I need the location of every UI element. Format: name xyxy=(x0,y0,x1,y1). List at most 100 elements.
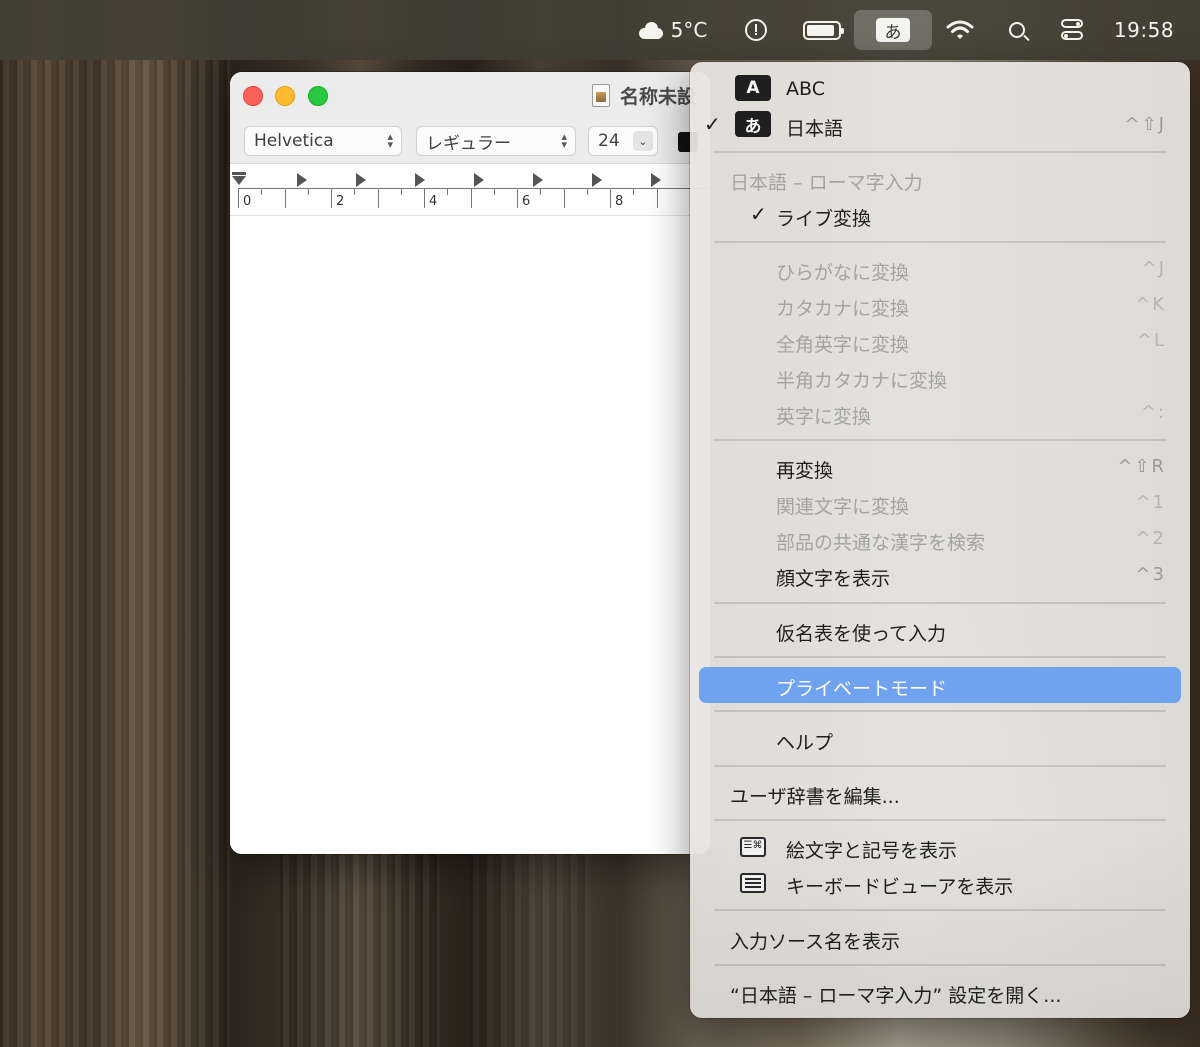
zoom-button[interactable] xyxy=(308,86,328,106)
menu-item-search-kanji-parts[interactable]: 部品の共通な漢字を検索 ^2 xyxy=(690,521,1190,557)
menu-item-label: ヘルプ xyxy=(776,732,834,754)
menu-item-convert-katakana[interactable]: カタカナに変換 ^K xyxy=(690,287,1190,323)
close-button[interactable] xyxy=(243,86,263,106)
ruler-tick xyxy=(493,188,495,195)
time-machine-status[interactable] xyxy=(738,0,774,60)
menu-bar: 5°C あ 19:58 xyxy=(0,0,1200,60)
control-center-button[interactable] xyxy=(1054,0,1090,60)
ruler-tick xyxy=(284,188,286,208)
menu-item-convert-alphabet[interactable]: 英字に変換 ^: xyxy=(690,395,1190,431)
menu-item-private-mode[interactable]: プライベートモード xyxy=(690,667,1190,703)
ruler[interactable]: 0 2 4 6 8 xyxy=(230,164,710,216)
menu-item-label: キーボードビューアを表示 xyxy=(786,876,1014,898)
ruler-tick xyxy=(633,188,635,195)
menu-shortcut: ^2 xyxy=(1135,528,1166,549)
menu-item-label: 再変換 xyxy=(776,460,834,482)
ruler-tick xyxy=(424,188,425,208)
ruler-tick xyxy=(656,188,658,208)
menu-item-label: ひらがなに変換 xyxy=(776,262,910,284)
search-icon xyxy=(1009,22,1025,38)
menu-item-label: 英字に変換 xyxy=(776,406,872,428)
first-line-indent-marker[interactable] xyxy=(232,172,246,175)
menu-item-help[interactable]: ヘルプ xyxy=(690,721,1190,757)
menu-item-open-settings[interactable]: “日本語 – ローマ字入力” 設定を開く... xyxy=(690,974,1190,1010)
ruler-tick xyxy=(470,188,472,208)
ruler-tick xyxy=(261,188,263,195)
menubar-clock[interactable]: 19:58 xyxy=(1106,0,1182,60)
menu-shortcut: ^1 xyxy=(1135,492,1166,513)
menu-item-convert-halfwidth-katakana[interactable]: 半角カタカナに変換 xyxy=(690,359,1190,395)
minimize-button[interactable] xyxy=(275,86,295,106)
menu-item-label: カタカナに変換 xyxy=(776,298,910,320)
menu-separator xyxy=(714,765,1166,767)
format-toolbar: Helvetica ▴ ▾ レギュラー ▴ ▾ 24 ⌄ xyxy=(230,122,710,164)
left-indent-marker[interactable] xyxy=(232,176,246,185)
weather-status[interactable]: 5°C xyxy=(632,0,712,60)
input-source-menu[interactable]: あ xyxy=(854,10,932,50)
font-style-popup[interactable]: レギュラー ▴ ▾ xyxy=(416,126,576,156)
menu-separator xyxy=(714,710,1166,712)
tab-stop-marker[interactable] xyxy=(415,173,425,187)
ruler-label: 2 xyxy=(336,194,345,209)
menu-item-label: 半角カタカナに変換 xyxy=(776,370,948,392)
spotlight-button[interactable] xyxy=(1000,0,1034,60)
menu-item-label: ライブ変換 xyxy=(776,208,872,230)
menu-item-show-emoji[interactable]: ☰⌘ 絵文字と記号を表示 xyxy=(690,829,1190,865)
menu-item-label: 絵文字と記号を表示 xyxy=(786,840,958,862)
font-size-value: 24 xyxy=(598,131,620,151)
menu-item-convert-fullwidth[interactable]: 全角英字に変換 ^L xyxy=(690,323,1190,359)
window-titlebar[interactable]: 名称未設 xyxy=(230,72,710,122)
menu-item-label: ABC xyxy=(786,78,825,100)
menu-shortcut: ^⇧R xyxy=(1117,456,1166,477)
menu-shortcut: ^3 xyxy=(1135,564,1166,585)
menu-separator xyxy=(714,241,1166,243)
menu-item-label: 部品の共通な漢字を検索 xyxy=(776,532,986,554)
font-size-combo[interactable]: 24 ⌄ xyxy=(588,126,658,156)
tab-stop-marker[interactable] xyxy=(356,173,366,187)
menu-separator xyxy=(714,819,1166,821)
menu-item-live-conversion[interactable]: ✓ ライブ変換 xyxy=(690,197,1190,233)
tree-trunk xyxy=(280,850,440,1047)
menu-item-label: 日本語 xyxy=(786,118,844,140)
wifi-status[interactable] xyxy=(942,0,978,60)
menu-shortcut: ^J xyxy=(1141,258,1166,279)
updown-arrows-icon: ▴ ▾ xyxy=(387,130,393,151)
tab-stop-marker[interactable] xyxy=(592,173,602,187)
tab-stop-marker[interactable] xyxy=(297,173,307,187)
ruler-tick xyxy=(610,188,611,208)
document-text-area[interactable] xyxy=(230,216,710,854)
ruler-label: 0 xyxy=(243,194,252,209)
ruler-tick xyxy=(586,188,588,195)
menu-shortcut: ^⇧J xyxy=(1124,114,1166,135)
control-center-icon xyxy=(1061,19,1083,41)
menu-item-keyboard-viewer[interactable]: キーボードビューアを表示 xyxy=(690,865,1190,901)
menu-separator xyxy=(714,909,1166,911)
time-machine-icon xyxy=(745,19,767,41)
tab-stop-marker[interactable] xyxy=(474,173,484,187)
menu-item-show-source-name[interactable]: 入力ソース名を表示 xyxy=(690,920,1190,956)
input-source-icon: あ xyxy=(876,18,910,43)
font-family-value: Helvetica xyxy=(254,131,334,151)
wifi-icon xyxy=(946,20,974,39)
menu-item-reconvert[interactable]: 再変換 ^⇧R xyxy=(690,449,1190,485)
tab-stop-marker[interactable] xyxy=(651,173,661,187)
tab-stop-marker[interactable] xyxy=(533,173,543,187)
chevron-down-icon[interactable]: ⌄ xyxy=(633,131,653,151)
menu-item-convert-hiragana[interactable]: ひらがなに変換 ^J xyxy=(690,251,1190,287)
menu-item-kana-table[interactable]: 仮名表を使って入力 xyxy=(690,612,1190,648)
battery-status[interactable] xyxy=(798,0,846,60)
menu-item-label: “日本語 – ローマ字入力” 設定を開く... xyxy=(730,985,1062,1007)
menu-item-related-characters[interactable]: 関連文字に変換 ^1 xyxy=(690,485,1190,521)
menu-item-edit-dictionary[interactable]: ユーザ辞書を編集... xyxy=(690,775,1190,811)
menu-item-japanese[interactable]: ✓ あ 日本語 ^⇧J xyxy=(690,107,1190,143)
menu-separator xyxy=(714,439,1166,441)
menu-item-abc[interactable]: A ABC xyxy=(690,71,1190,107)
document-icon[interactable] xyxy=(592,84,610,107)
menu-item-show-kaomoji[interactable]: 顔文字を表示 ^3 xyxy=(690,557,1190,593)
menu-item-label: ユーザ辞書を編集... xyxy=(730,786,900,808)
font-family-popup[interactable]: Helvetica ▴ ▾ xyxy=(244,126,402,156)
ruler-tick xyxy=(307,188,309,195)
cloud-icon xyxy=(637,22,663,39)
updown-arrows-icon: ▴ ▾ xyxy=(561,130,567,151)
textedit-window: 名称未設 Helvetica ▴ ▾ レギュラー ▴ ▾ 24 ⌄ 0 2 4 6 … xyxy=(230,72,710,854)
